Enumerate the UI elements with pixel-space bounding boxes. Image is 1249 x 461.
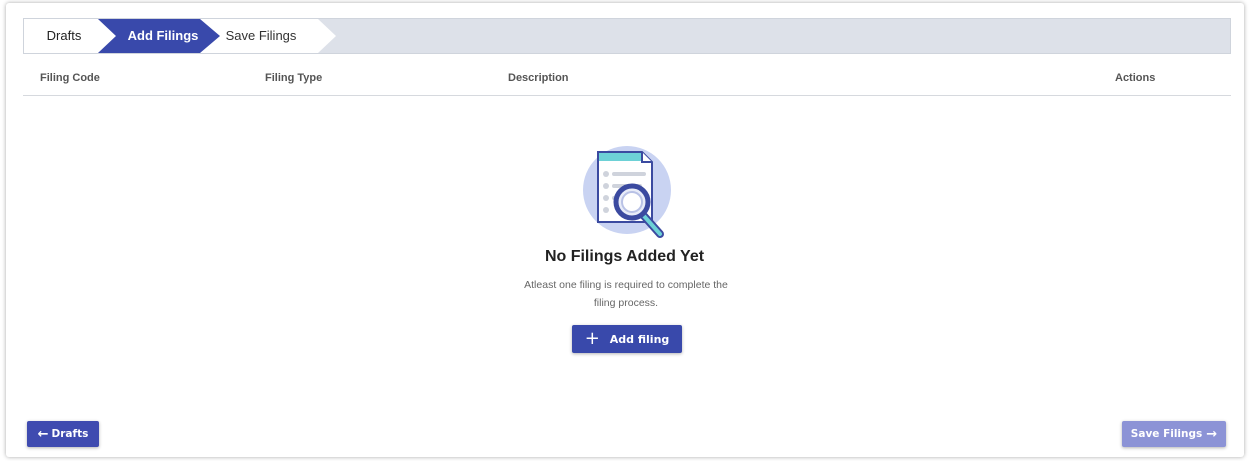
save-filings-button[interactable]: Save Filings → bbox=[1122, 421, 1226, 447]
back-to-drafts-label: Drafts bbox=[51, 428, 89, 440]
column-filing-type: Filing Type bbox=[265, 72, 323, 84]
add-filing-button[interactable]: + Add filing bbox=[572, 325, 682, 353]
save-filings-label: Save Filings bbox=[1130, 428, 1203, 440]
document-search-icon bbox=[583, 146, 671, 238]
empty-state-title: No Filings Added Yet bbox=[544, 248, 705, 265]
arrow-left-icon: ← bbox=[37, 426, 49, 442]
back-to-drafts-button[interactable]: ← Drafts bbox=[27, 421, 99, 447]
empty-state-description: Atleast one filing is required to comple… bbox=[504, 276, 748, 312]
filings-table-header: Filing Code Filing Type Description Acti… bbox=[23, 62, 1231, 96]
step-add-filings[interactable]: Add Filings bbox=[98, 19, 220, 53]
empty-state-description-line-2: filing process. bbox=[593, 297, 659, 309]
empty-state-description-line-1: Atleast one filing is required to comple… bbox=[524, 279, 728, 291]
add-filing-label: Add filing bbox=[609, 332, 670, 346]
column-filing-code: Filing Code bbox=[40, 72, 100, 84]
column-actions: Actions bbox=[1115, 72, 1156, 84]
column-description: Description bbox=[508, 72, 569, 84]
stepper: Drafts Save Filings Add Filings bbox=[23, 18, 1231, 54]
step-drafts-label: Drafts bbox=[46, 28, 82, 43]
plus-icon: + bbox=[584, 328, 600, 349]
arrow-right-icon: → bbox=[1206, 426, 1218, 442]
step-add-filings-label: Add Filings bbox=[127, 28, 199, 43]
